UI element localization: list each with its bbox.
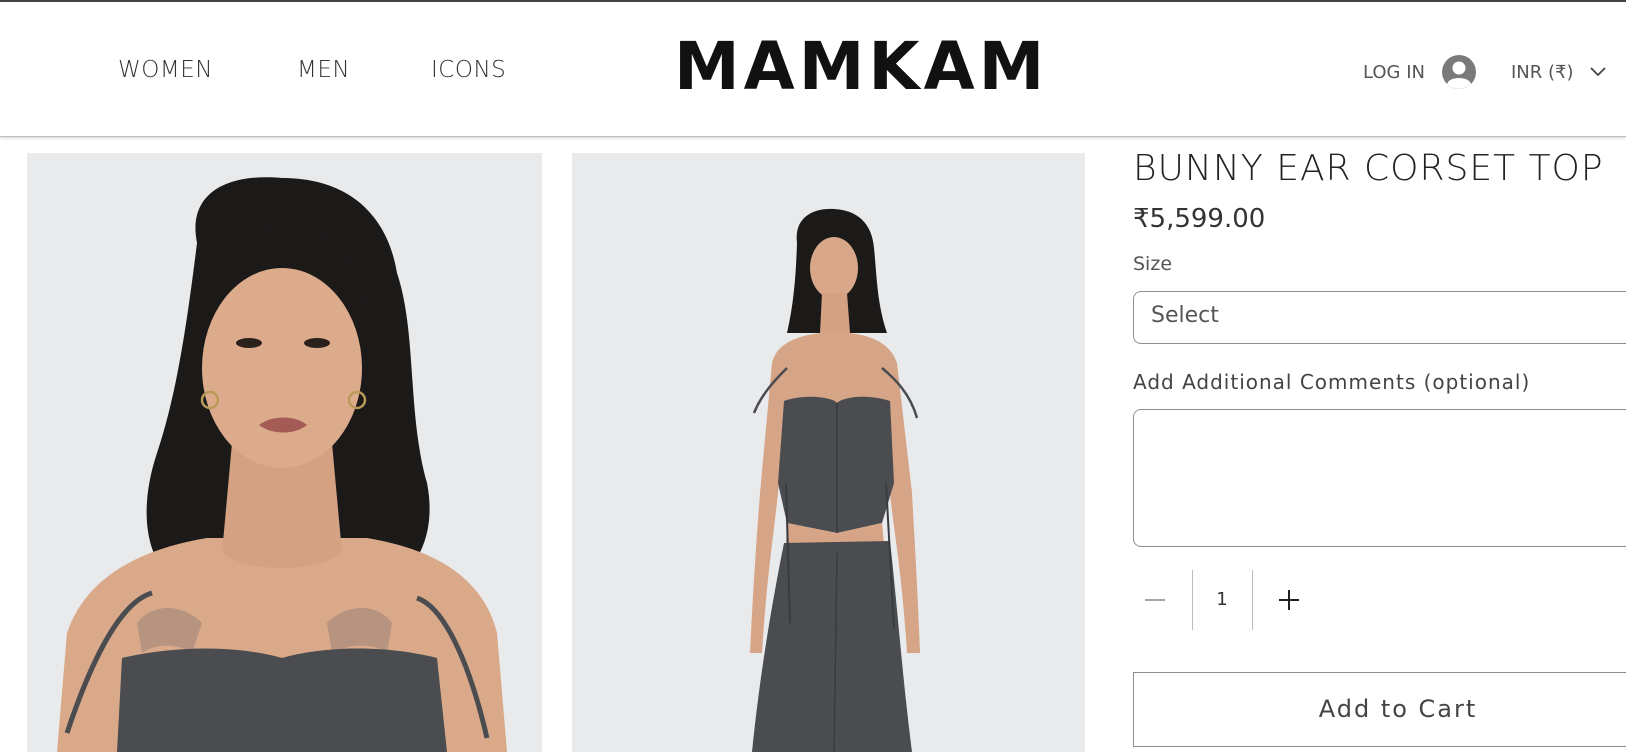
comments-label: Add Additional Comments (optional) bbox=[1133, 370, 1531, 394]
minus-icon[interactable] bbox=[1140, 585, 1170, 615]
quantity-divider bbox=[1252, 570, 1253, 630]
brand-logo[interactable]: MAMKAM bbox=[674, 28, 1048, 105]
login-link[interactable]: LOG IN bbox=[1363, 62, 1425, 83]
product-photo-closeup[interactable] bbox=[27, 153, 542, 752]
size-label: Size bbox=[1133, 253, 1173, 275]
currency-selector[interactable]: INR (₹) bbox=[1511, 62, 1574, 83]
product-price: ₹5,599.00 bbox=[1133, 204, 1266, 234]
comments-textarea[interactable] bbox=[1133, 409, 1626, 547]
site-header: WOMEN MEN ICONS MAMKAM LOG IN INR (₹) bbox=[0, 2, 1626, 137]
chevron-down-icon[interactable] bbox=[1590, 66, 1606, 78]
product-title: BUNNY EAR CORSET TOP bbox=[1133, 148, 1604, 189]
size-select[interactable]: Select bbox=[1133, 291, 1626, 344]
full-look-illustration bbox=[572, 153, 1085, 752]
nav-women-link[interactable]: WOMEN bbox=[118, 57, 213, 83]
plus-icon[interactable] bbox=[1274, 585, 1304, 615]
add-to-cart-button[interactable]: Add to Cart bbox=[1133, 672, 1626, 747]
product-photo-full[interactable] bbox=[572, 153, 1085, 752]
user-avatar-icon[interactable] bbox=[1441, 54, 1477, 90]
nav-men-link[interactable]: MEN bbox=[297, 57, 350, 83]
size-select-value: Select bbox=[1151, 303, 1219, 328]
quantity-value[interactable]: 1 bbox=[1192, 589, 1252, 610]
closeup-illustration bbox=[27, 153, 542, 752]
add-to-cart-label: Add to Cart bbox=[1318, 695, 1478, 723]
nav-icons-link[interactable]: ICONS bbox=[431, 57, 506, 83]
